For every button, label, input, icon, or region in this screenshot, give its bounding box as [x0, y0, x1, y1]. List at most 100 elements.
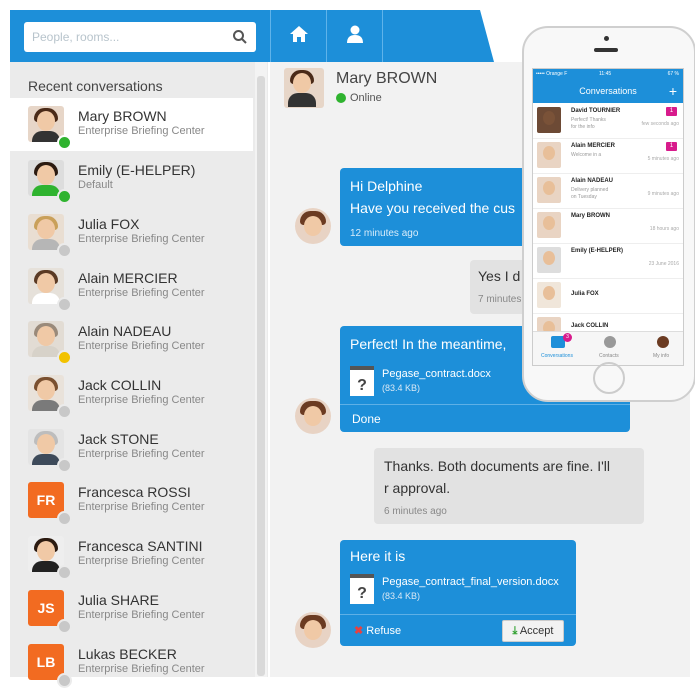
- avatar: [537, 212, 561, 238]
- conversation-name: Jack STONE: [78, 431, 159, 447]
- conversation-name: Julia SHARE: [78, 592, 159, 608]
- conversation-subtitle: Enterprise Briefing Center: [78, 663, 205, 675]
- contacts-button[interactable]: [326, 10, 383, 62]
- status-dot: [57, 619, 72, 634]
- conversation-subtitle: Enterprise Briefing Center: [78, 501, 205, 513]
- conversation-item-jack-collin[interactable]: Jack COLLIN Enterprise Briefing Center: [10, 367, 253, 420]
- home-button[interactable]: [270, 10, 327, 62]
- conversation-item-jack-stone[interactable]: Jack STONE Enterprise Briefing Center: [10, 421, 253, 474]
- conversation-subtitle: Enterprise Briefing Center: [78, 555, 205, 567]
- conversation-name: Francesca SANTINI: [78, 538, 203, 554]
- search-box[interactable]: People, rooms...: [24, 22, 256, 52]
- conversation-name: Francesca ROSSI: [78, 484, 191, 500]
- message-time: 6 minutes ago: [384, 506, 447, 517]
- conversation-item-alain-nadeau[interactable]: Alain NADEAU Enterprise Briefing Center: [10, 313, 253, 366]
- status-dot: [57, 673, 72, 688]
- row-message: on Tuesday: [571, 194, 597, 200]
- conversation-subtitle: Enterprise Briefing Center: [78, 394, 205, 406]
- conversation-list-scrollbar[interactable]: [255, 62, 267, 677]
- scrollbar-thumb[interactable]: [257, 76, 265, 676]
- battery-text: 67 %: [667, 71, 679, 77]
- mobile-title: Conversations: [579, 86, 637, 96]
- row-time: 18 hours ago: [649, 226, 679, 232]
- row-message: for the info: [571, 124, 595, 130]
- document-icon: ?: [350, 574, 374, 604]
- file-name[interactable]: Pegase_contract_final_version.docx: [382, 576, 559, 588]
- message-text: Thanks. Both documents are fine. I'll: [384, 458, 611, 474]
- row-message: Delivery planned: [571, 187, 609, 193]
- tab-contacts[interactable]: Contacts: [599, 353, 619, 359]
- row-name: Jack COLLIN: [571, 323, 609, 329]
- home-icon: [290, 26, 308, 42]
- my-info-tab-icon[interactable]: [657, 336, 669, 348]
- message-text: Have you received the cus: [350, 200, 515, 216]
- row-time: 5 minutes ago: [647, 156, 679, 162]
- add-icon[interactable]: +: [669, 79, 677, 103]
- conversation-item-francesca-santini[interactable]: Francesca SANTINI Enterprise Briefing Ce…: [10, 528, 253, 581]
- conversation-item-alain-mercier[interactable]: Alain MERCIER Enterprise Briefing Center: [10, 260, 253, 313]
- avatar: [537, 107, 561, 133]
- contact-name: Mary BROWN: [336, 70, 438, 87]
- mobile-conversation-row[interactable]: David TOURNIER Perfect! Thanks for the i…: [533, 103, 683, 139]
- conversation-item-lukas-becker[interactable]: LB Lukas BECKER Enterprise Briefing Cent…: [10, 636, 253, 689]
- mobile-conversation-row[interactable]: Alain NADEAU Delivery planned on Tuesday…: [533, 173, 683, 209]
- conversation-item-julia-share[interactable]: JS Julia SHARE Enterprise Briefing Cente…: [10, 582, 253, 635]
- tab-badge: 3: [563, 333, 572, 342]
- contact-avatar: [284, 68, 324, 108]
- message-text: Perfect! In the meantime,: [350, 336, 507, 352]
- contact-avatar-small: [295, 612, 331, 648]
- mobile-conversation-row[interactable]: Emily (E-HELPER) 23 June 2016: [533, 243, 683, 279]
- conversation-name: Alain MERCIER: [78, 270, 178, 286]
- unread-badge: 1: [666, 142, 677, 151]
- conversation-item-julia-fox[interactable]: Julia FOX Enterprise Briefing Center: [10, 206, 253, 259]
- conversation-subtitle: Enterprise Briefing Center: [78, 448, 205, 460]
- file-size: (83.4 KB): [382, 383, 421, 393]
- phone-speaker: [594, 48, 618, 52]
- row-name: Alain MERCIER: [571, 143, 616, 149]
- row-time: 23 June 2016: [648, 261, 679, 267]
- unread-badge: 1: [666, 107, 677, 116]
- contact-avatar-small: [295, 208, 331, 244]
- tab-my-info[interactable]: My info: [653, 353, 669, 359]
- mobile-status-bar: ••••• Orange F 11:45 67 %: [533, 69, 683, 79]
- conversation-subtitle: Enterprise Briefing Center: [78, 340, 205, 352]
- conversation-item-mary-brown[interactable]: Mary BROWN Enterprise Briefing Center: [10, 98, 253, 151]
- row-name: Alain NADEAU: [571, 178, 614, 184]
- conversation-name: Alain NADEAU: [78, 323, 172, 339]
- row-name: Julia FOX: [571, 291, 599, 297]
- download-icon: ⤓: [512, 625, 518, 637]
- row-name: David TOURNIER: [571, 108, 621, 114]
- avatar: [537, 282, 561, 308]
- document-icon: ?: [350, 366, 374, 396]
- mobile-conversation-row[interactable]: Jack COLLIN: [533, 313, 683, 343]
- conversation-subtitle: Enterprise Briefing Center: [78, 287, 205, 299]
- row-name: Mary BROWN: [571, 213, 611, 219]
- file-name[interactable]: Pegase_contract.docx: [382, 368, 491, 380]
- search-icon[interactable]: [232, 29, 248, 45]
- search-input[interactable]: People, rooms...: [32, 30, 119, 44]
- mobile-conversation-row[interactable]: Mary BROWN 18 hours ago: [533, 208, 683, 244]
- mobile-conversation-row[interactable]: Julia FOX: [533, 278, 683, 314]
- online-status-dot: [336, 93, 346, 103]
- conversation-item-francesca-rossi[interactable]: FR Francesca ROSSI Enterprise Briefing C…: [10, 474, 253, 527]
- message-bubble-file: Here it is ? Pegase_contract_final_versi…: [340, 540, 576, 646]
- nav-divider: [382, 10, 384, 62]
- phone-home-button: [593, 362, 625, 394]
- avatar: [537, 142, 561, 168]
- message-text: Hi Delphine: [350, 178, 423, 194]
- refuse-button[interactable]: ✖ Refuse: [354, 624, 401, 637]
- status-dot: [57, 350, 72, 365]
- contacts-tab-icon[interactable]: [604, 336, 616, 348]
- message-bubble-incoming: Thanks. Both documents are fine. I'll r …: [374, 448, 644, 524]
- status-dot: [57, 297, 72, 312]
- mobile-app-screen: ••••• Orange F 11:45 67 % Conversations …: [532, 68, 684, 366]
- mobile-conversation-row[interactable]: Alain MERCIER Welcome in a 1 5 minutes a…: [533, 138, 683, 174]
- accept-button[interactable]: ⤓ Accept: [502, 620, 564, 642]
- mobile-tab-bar: 3 Conversations Contacts My info: [533, 331, 683, 365]
- file-attachment[interactable]: ? Pegase_contract_final_version.docx (83…: [350, 574, 570, 608]
- tab-conversations[interactable]: Conversations: [541, 353, 573, 359]
- status-dot: [57, 511, 72, 526]
- message-bubble-incoming: Yes I d 7 minutes: [470, 260, 530, 314]
- message-time: 12 minutes ago: [350, 228, 419, 239]
- conversation-item-emily[interactable]: Emily (E-HELPER) Default: [10, 152, 253, 205]
